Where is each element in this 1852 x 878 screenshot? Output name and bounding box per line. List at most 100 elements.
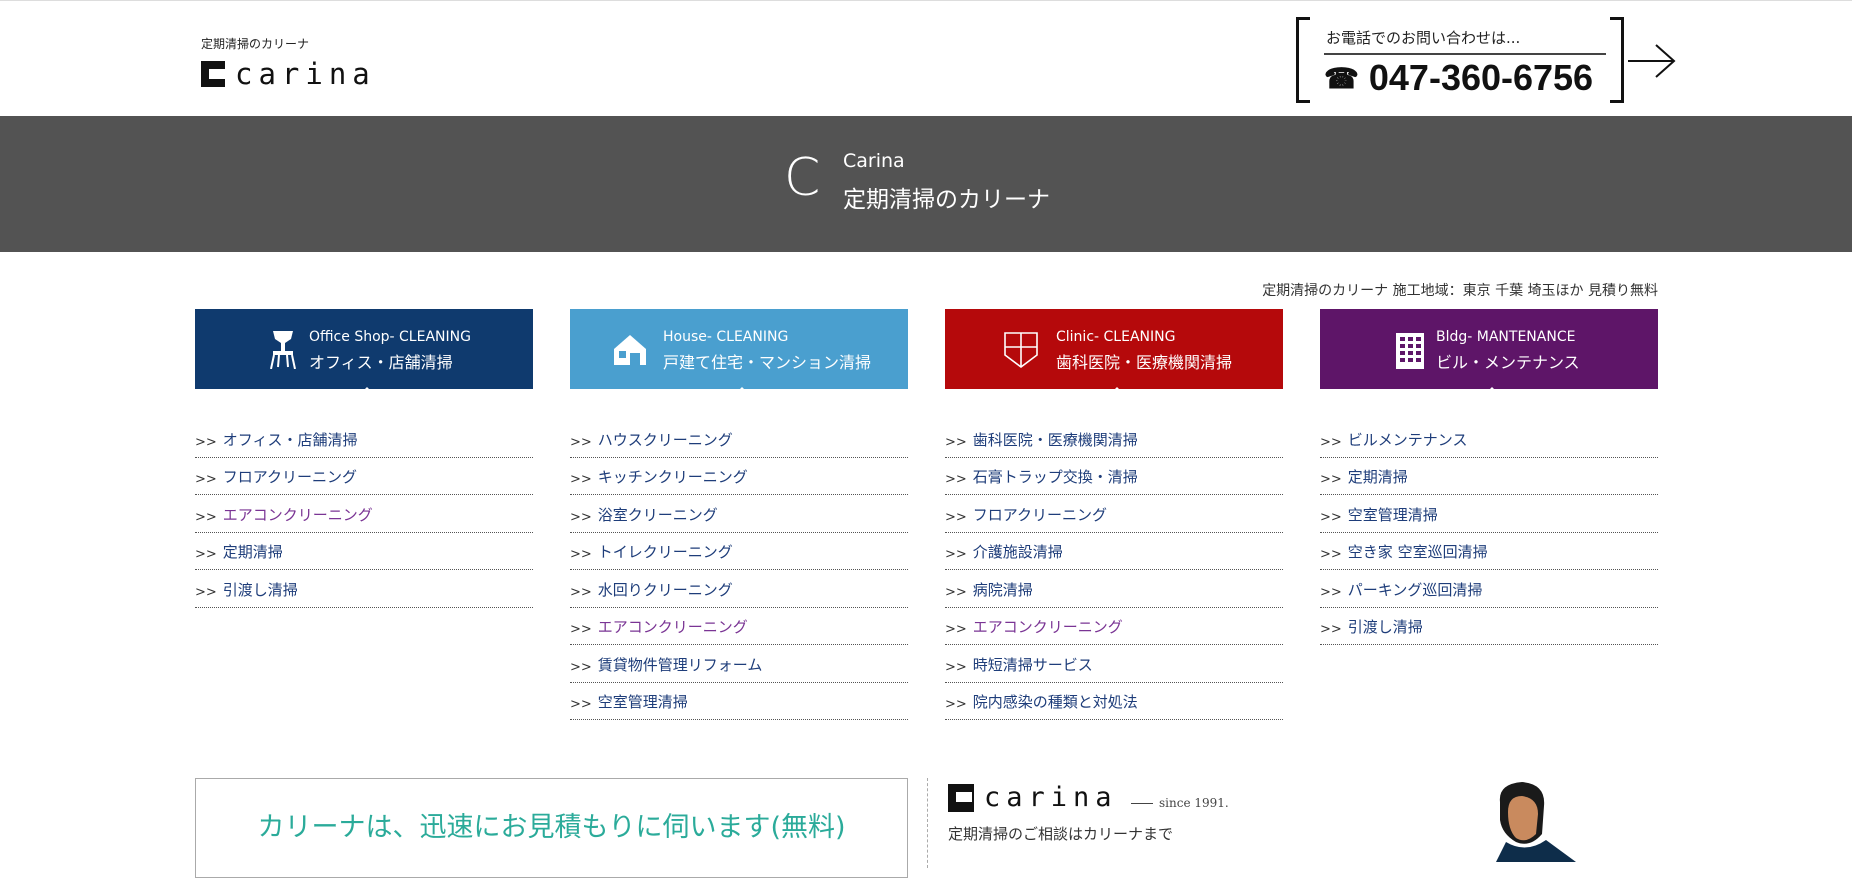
category-office[interactable]: Office Shop- CLEANING オフィス・店舗清掃	[195, 309, 533, 398]
category-title-jp: 戸建て住宅・マンション清掃	[663, 353, 872, 372]
link-item[interactable]: >> 石膏トラップ交換・清掃	[945, 458, 1283, 495]
link-label: 賃貸物件管理リフォーム	[597, 655, 763, 674]
link-label: パーキング巡回清掃	[1347, 580, 1483, 599]
arrow-prefix: >>	[570, 509, 592, 525]
link-label: エアコンクリーニング	[972, 618, 1123, 636]
phone-label: お電話でのお問い合わせは...	[1326, 29, 1521, 47]
since-text: since 1991.	[1131, 796, 1229, 810]
link-label: フロアクリーニング	[972, 505, 1108, 524]
arrow-right-icon	[1628, 44, 1676, 78]
link-list-clinic: >> 歯科医院・医療機関清掃 >> 石膏トラップ交換・清掃 >> フロアクリーニング >> 介…	[945, 420, 1283, 720]
link-label: 歯科医院・医療機関清掃	[972, 430, 1138, 449]
bracket-right	[1610, 17, 1624, 103]
arrow-prefix: >>	[1320, 509, 1342, 525]
link-item[interactable]: >> 定期清掃	[195, 533, 533, 570]
link-label: 院内感染の種類と対処法	[972, 693, 1138, 711]
arrow-prefix: >>	[1320, 584, 1342, 600]
footer-logo: carina	[948, 783, 1118, 813]
link-list-office: >> オフィス・店舗清掃 >> フロアクリーニング >> エアコンクリーニング >> 定期清掃…	[195, 420, 533, 608]
link-item[interactable]: >> パーキング巡回清掃	[1320, 570, 1658, 608]
banner-title-en: Carina	[843, 150, 905, 172]
logo-mark-icon	[201, 61, 225, 87]
link-label: 病院清掃	[972, 580, 1033, 599]
tab-pointer	[1106, 387, 1128, 398]
banner-c-mark: C	[784, 148, 821, 208]
divider	[1324, 53, 1606, 55]
building-icon	[1396, 333, 1424, 369]
link-label: オフィス・店舗清掃	[222, 430, 358, 449]
arrow-prefix: >>	[195, 472, 217, 487]
phone-number-text: 047-360-6756	[1368, 57, 1594, 98]
link-list-house: >> ハウスクリーニング >> キッチンクリーニング >> 浴室クリーニング >> トイレクリ…	[570, 420, 908, 720]
consult-text: 定期清掃のご相談はカリーナまで	[948, 825, 1174, 843]
link-item[interactable]: >> ハウスクリーニング	[570, 420, 908, 458]
link-item[interactable]: >> エアコンクリーニング	[570, 608, 908, 645]
tab-pointer	[1481, 387, 1503, 398]
link-item[interactable]: >> 水回りクリーニング	[570, 570, 908, 608]
link-item[interactable]: >> 引渡し清掃	[1320, 608, 1658, 645]
link-item[interactable]: >> 空室管理清掃	[1320, 495, 1658, 533]
link-item[interactable]: >> 引渡し清掃	[195, 570, 533, 608]
house-icon	[614, 335, 646, 365]
category-clinic[interactable]: Clinic- CLEANING 歯科医院・医療機関清掃	[945, 309, 1283, 398]
logo-text: carina	[235, 57, 376, 91]
arrow-prefix: >>	[945, 509, 967, 525]
arrow-prefix: >>	[1320, 547, 1342, 562]
arrow-prefix: >>	[570, 547, 592, 562]
link-label: 定期清掃	[1347, 468, 1408, 486]
link-item[interactable]: >> トイレクリーニング	[570, 533, 908, 570]
link-item[interactable]: >> 歯科医院・医療機関清掃	[945, 420, 1283, 458]
category-title-jp: ビル・メンテナンス	[1436, 353, 1580, 372]
link-label: 引渡し清掃	[222, 580, 298, 599]
tab-pointer	[731, 387, 753, 398]
link-label: 介護施設清掃	[972, 543, 1063, 561]
link-label: 引渡し清掃	[1347, 618, 1423, 636]
category-title-jp: 歯科医院・医療機関清掃	[1056, 353, 1233, 372]
arrow-prefix: >>	[570, 697, 592, 712]
arrow-prefix: >>	[945, 584, 967, 600]
category-building[interactable]: Bldg- MANTENANCE ビル・メンテナンス	[1320, 309, 1658, 398]
category-house[interactable]: House- CLEANING 戸建て住宅・マンション清掃	[570, 309, 908, 398]
link-item[interactable]: >> エアコンクリーニング	[195, 495, 533, 533]
link-item[interactable]: >> 賃貸物件管理リフォーム	[570, 645, 908, 683]
link-item[interactable]: >> キッチンクリーニング	[570, 458, 908, 495]
link-label: 浴室クリーニング	[597, 505, 718, 524]
link-label: エアコンクリーニング	[222, 505, 373, 524]
link-item[interactable]: >> 定期清掃	[1320, 458, 1658, 495]
arrow-prefix: >>	[945, 434, 967, 450]
link-item[interactable]: >> 病院清掃	[945, 570, 1283, 608]
link-item[interactable]: >> フロアクリーニング	[945, 495, 1283, 533]
phone-contact-banner[interactable]: お電話でのお問い合わせは... ☎ 047-360-6756	[1296, 17, 1676, 103]
estimate-box[interactable]: カリーナは、迅速にお見積もりに伺います(無料)	[195, 778, 908, 878]
link-item[interactable]: >> ビルメンテナンス	[1320, 420, 1658, 458]
link-item[interactable]: >> エアコンクリーニング	[945, 608, 1283, 645]
link-item[interactable]: >> 介護施設清掃	[945, 533, 1283, 570]
phone-number[interactable]: ☎ 047-360-6756	[1324, 57, 1593, 99]
link-item[interactable]: >> フロアクリーニング	[195, 458, 533, 495]
arrow-prefix: >>	[1320, 472, 1342, 487]
link-label: 石膏トラップ交換・清掃	[972, 468, 1138, 486]
arrow-prefix: >>	[570, 659, 592, 675]
staff-photo	[1496, 782, 1576, 862]
arrow-prefix: >>	[195, 584, 217, 600]
service-area-text: 定期清掃のカリーナ 施工地域：東京 千葉 埼玉ほか 見積り無料	[1262, 283, 1658, 299]
link-item[interactable]: >> 浴室クリーニング	[570, 495, 908, 533]
link-item[interactable]: >> オフィス・店舗清掃	[195, 420, 533, 458]
arrow-prefix: >>	[1320, 622, 1342, 637]
link-label: 空室管理清掃	[597, 693, 688, 711]
link-item[interactable]: >> 空き家 空室巡回清掃	[1320, 533, 1658, 570]
tab-pointer	[356, 387, 378, 398]
divider	[927, 778, 928, 868]
banner-title-jp: 定期清掃のカリーナ	[843, 187, 1050, 213]
arrow-prefix: >>	[570, 434, 592, 450]
logo-text: carina	[984, 782, 1118, 813]
link-item[interactable]: >> 院内感染の種類と対処法	[945, 683, 1283, 720]
link-list-building: >> ビルメンテナンス >> 定期清掃 >> 空室管理清掃 >> 空き家 空室巡回清掃 >> パー…	[1320, 420, 1658, 645]
link-item[interactable]: >> 空室管理清掃	[570, 683, 908, 720]
category-title-jp: オフィス・店舗清掃	[309, 353, 453, 372]
link-label: 水回りクリーニング	[597, 580, 733, 599]
arrow-prefix: >>	[195, 509, 217, 525]
arrow-prefix: >>	[945, 622, 967, 637]
link-item[interactable]: >> 時短清掃サービス	[945, 645, 1283, 683]
site-logo[interactable]: carina	[201, 59, 376, 89]
